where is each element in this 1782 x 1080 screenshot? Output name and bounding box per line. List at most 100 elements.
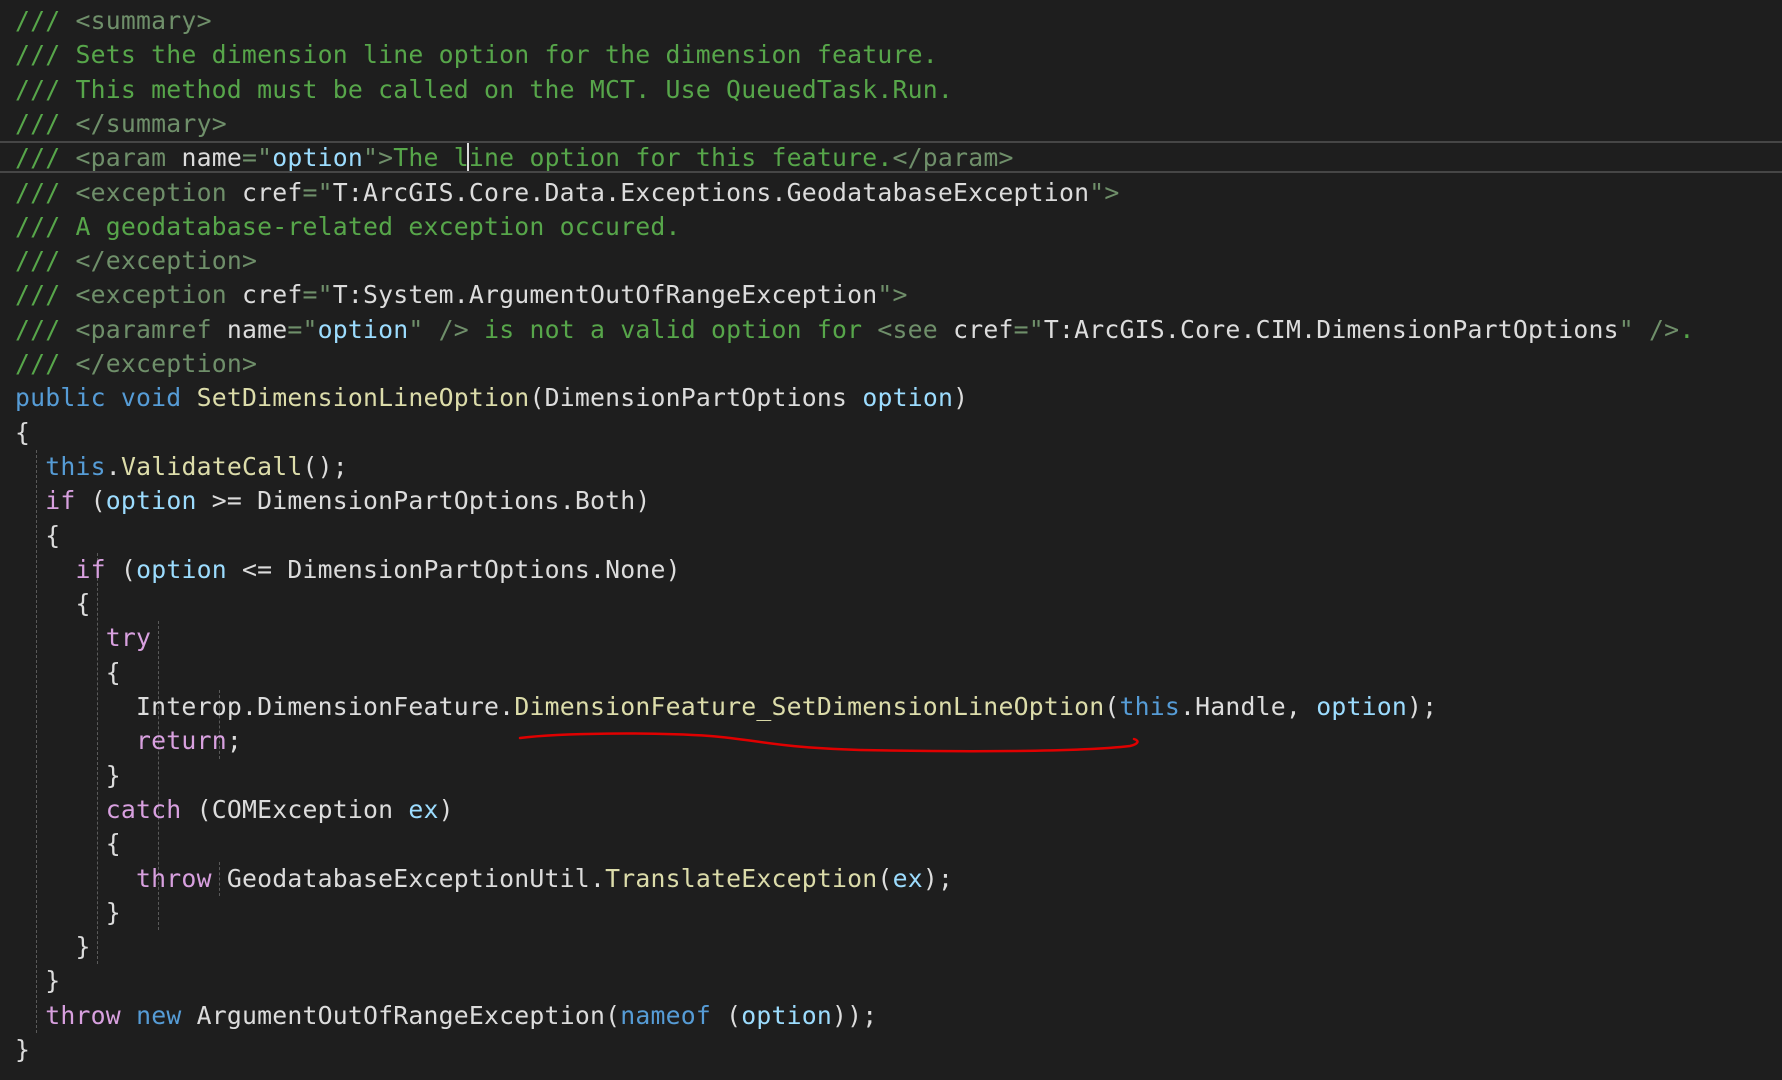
code-token-method: TranslateException <box>605 863 878 893</box>
code-line[interactable]: catch (COMException ex) <box>15 793 454 827</box>
code-token-xmltag: <see <box>877 314 954 344</box>
code-line[interactable]: /// <paramref name="option" /> is not a … <box>15 313 1694 347</box>
code-line[interactable]: if (option >= DimensionPartOptions.Both) <box>15 484 650 518</box>
code-line[interactable]: throw GeodatabaseExceptionUtil.Translate… <box>15 862 953 896</box>
code-token-attr: name <box>226 314 288 344</box>
code-token-xmltag: <exception <box>75 280 242 310</box>
code-token-plain: { <box>15 520 61 550</box>
code-token-plain: ); <box>922 863 954 893</box>
code-line[interactable]: { <box>15 827 121 861</box>
code-token-control: return <box>136 726 227 756</box>
code-token-plain: } <box>15 1035 31 1064</box>
code-token-comment: /// Sets the dimension line option for t… <box>15 40 938 70</box>
code-token-control: if <box>75 554 106 584</box>
code-token-param: option <box>741 1000 833 1030</box>
code-token-comment: is not a valid option for <box>468 314 878 344</box>
code-token-attr: cref <box>241 177 303 207</box>
code-line[interactable]: { <box>15 587 91 621</box>
code-token-xmltag: =" <box>1013 314 1044 344</box>
code-line[interactable]: try <box>15 621 151 655</box>
code-token-keyword: public <box>15 383 106 413</box>
code-token-plain: . <box>589 863 606 893</box>
code-token-xmltag: =" <box>241 143 273 173</box>
code-token-keyword: this <box>1119 692 1181 721</box>
code-token-plain: .Handle, <box>1180 692 1317 721</box>
code-token-attrval-b: option <box>272 143 364 173</box>
code-token-method: DimensionFeature_SetDimensionLineOption <box>514 692 1105 721</box>
code-line[interactable]: } <box>15 964 60 998</box>
code-token-comment: . <box>1679 314 1695 344</box>
code-token-type: COMException <box>211 794 394 824</box>
code-token-comment: /// <box>15 349 76 378</box>
code-line[interactable]: } <box>15 896 121 930</box>
code-line[interactable]: /// A geodatabase-related exception occu… <box>15 210 681 244</box>
code-token-plain: ( <box>1104 692 1120 721</box>
code-line[interactable]: this.ValidateCall(); <box>15 450 348 484</box>
red-underline-stroke <box>518 732 1139 753</box>
code-token-attr: name <box>181 143 242 173</box>
code-token-plain: <= <box>226 554 288 584</box>
code-token-xmltag: </exception> <box>75 349 258 378</box>
code-token-xmltag: <summary> <box>75 6 212 35</box>
code-line[interactable]: Interop.DimensionFeature.DimensionFeatur… <box>15 690 1437 724</box>
code-token-xmltag: =" <box>302 177 333 207</box>
code-token-xmltag: <paramref <box>75 314 227 344</box>
code-token-plain: { <box>15 829 121 859</box>
code-line[interactable]: { <box>15 519 60 553</box>
code-token-type: DimensionPartOptions <box>257 486 560 516</box>
code-token-control: catch <box>105 794 182 824</box>
code-line[interactable]: /// </summary> <box>15 107 227 141</box>
code-line[interactable]: /// </exception> <box>15 244 257 278</box>
code-line[interactable]: throw new ArgumentOutOfRangeException(na… <box>15 999 877 1033</box>
code-token-plain: ( <box>877 863 893 893</box>
code-token-plain: . <box>499 692 515 721</box>
code-token-xmltag: </param> <box>892 143 1014 173</box>
code-token-plain: >= <box>196 486 258 516</box>
code-line[interactable]: /// <param name="option">The line option… <box>15 141 1014 175</box>
code-token-plain: (); <box>302 451 348 481</box>
code-line[interactable]: { <box>15 416 30 450</box>
code-line[interactable]: public void SetDimensionLineOption(Dimen… <box>15 381 968 415</box>
code-token-plain: ( <box>605 1000 621 1030</box>
code-token-attrval-b: option <box>317 314 409 344</box>
code-token-plain: ); <box>1406 692 1438 721</box>
code-token-plain: } <box>15 760 121 790</box>
code-token-comment: /// <box>15 177 76 207</box>
code-line[interactable]: return; <box>15 724 242 758</box>
code-token-control: throw <box>45 1000 121 1030</box>
code-line[interactable]: /// Sets the dimension line option for t… <box>15 38 938 72</box>
code-line[interactable]: } <box>15 1033 30 1067</box>
code-token-plain: } <box>15 966 61 996</box>
code-line[interactable]: { <box>15 656 121 690</box>
code-token-plain: .Both) <box>559 486 651 516</box>
code-token-control: throw <box>136 863 212 893</box>
code-token-keyword: void <box>120 383 182 413</box>
code-line[interactable]: /// This method must be called on the MC… <box>15 73 953 107</box>
code-token-comment: /// <box>15 6 76 35</box>
code-token-type: DimensionPartOptions <box>544 383 848 413</box>
code-token-plain: } <box>15 897 121 927</box>
code-line[interactable]: /// <summary> <box>15 4 212 38</box>
code-line[interactable]: if (option <= DimensionPartOptions.None) <box>15 553 681 587</box>
code-line[interactable]: } <box>15 759 121 793</box>
code-line[interactable]: /// </exception> <box>15 347 257 381</box>
code-token-attrval: T:ArcGIS.Core.Data.Exceptions.Geodatabas… <box>332 177 1090 207</box>
code-editor[interactable]: /// <summary>/// Sets the dimension line… <box>0 0 1782 1080</box>
code-line[interactable]: /// <exception cref="T:System.ArgumentOu… <box>15 278 908 312</box>
code-token-param: option <box>136 554 227 584</box>
code-token-attrval: T:ArcGIS.Core.CIM.DimensionPartOptions <box>1043 314 1619 344</box>
code-line[interactable]: } <box>15 930 91 964</box>
code-token-plain: { <box>15 657 121 687</box>
code-token-xmltag: <param <box>75 143 182 173</box>
code-token-plain: .None) <box>589 554 681 584</box>
code-line[interactable]: /// <exception cref="T:ArcGIS.Core.Data.… <box>15 176 1119 210</box>
